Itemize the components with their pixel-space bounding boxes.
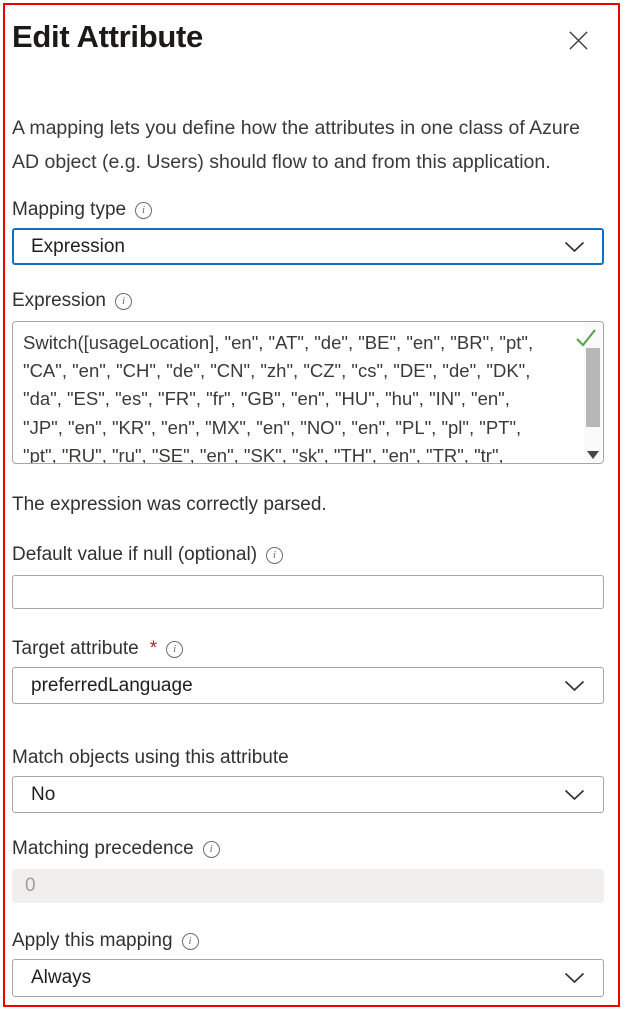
target-attribute-value: preferredLanguage (31, 675, 193, 697)
target-attribute-label: Target attribute (12, 638, 139, 660)
expression-line: "CA", "en", "CH", "de", "CN", "zh", "CZ"… (23, 357, 573, 385)
matching-precedence-input (12, 869, 604, 903)
scrollbar-thumb[interactable] (586, 348, 600, 427)
apply-mapping-dropdown[interactable]: Always (12, 959, 604, 997)
mapping-type-dropdown[interactable]: Expression (12, 228, 604, 265)
parse-status-text: The expression was correctly parsed. (12, 494, 604, 516)
match-objects-dropdown[interactable]: No (12, 776, 604, 813)
page-title: Edit Attribute (12, 15, 203, 59)
expression-label: Expression (12, 290, 106, 312)
expression-line: Switch([usageLocation], "en", "AT", "de"… (23, 329, 573, 357)
panel-description: A mapping lets you define how the attrib… (12, 111, 592, 179)
mapping-type-value: Expression (31, 236, 125, 258)
chevron-down-icon (564, 241, 585, 253)
apply-mapping-value: Always (31, 967, 91, 989)
default-value-label: Default value if null (optional) (12, 544, 257, 566)
expression-textarea[interactable]: Switch([usageLocation], "en", "AT", "de"… (12, 321, 604, 464)
default-value-label-row: Default value if null (optional) i (12, 544, 604, 566)
chevron-down-icon (564, 680, 585, 692)
expression-valid-check-icon (574, 327, 598, 349)
chevron-down-icon (564, 789, 585, 801)
matching-precedence-label-row: Matching precedence i (12, 838, 604, 860)
required-asterisk: * (150, 638, 157, 660)
target-attribute-label-row: Target attribute * i (12, 638, 604, 660)
info-icon[interactable]: i (182, 933, 199, 950)
mapping-type-label-row: Mapping type i (12, 199, 604, 221)
info-icon[interactable]: i (135, 202, 152, 219)
match-objects-label: Match objects using this attribute (12, 747, 289, 769)
match-objects-value: No (31, 784, 55, 806)
mapping-type-label: Mapping type (12, 199, 126, 221)
expression-line: "pt", "RU", "ru", "SE", "en", "SK", "sk"… (23, 442, 573, 464)
info-icon[interactable]: i (166, 641, 183, 658)
edit-attribute-panel: Edit Attribute A mapping lets you define… (3, 3, 620, 1007)
expression-line: "da", "ES", "es", "FR", "fr", "GB", "en"… (23, 385, 573, 413)
close-button[interactable] (563, 25, 594, 56)
scroll-down-icon[interactable] (584, 451, 602, 459)
info-icon[interactable]: i (203, 841, 220, 858)
expression-label-row: Expression i (12, 290, 604, 312)
panel-header: Edit Attribute (12, 15, 604, 59)
close-icon (567, 29, 590, 52)
info-icon[interactable]: i (115, 293, 132, 310)
info-icon[interactable]: i (266, 547, 283, 564)
target-attribute-dropdown[interactable]: preferredLanguage (12, 667, 604, 704)
chevron-down-icon (564, 972, 585, 984)
apply-mapping-label-row: Apply this mapping i (12, 930, 604, 952)
expression-line: "JP", "en", "KR", "en", "MX", "en", "NO"… (23, 414, 573, 442)
match-objects-label-row: Match objects using this attribute (12, 747, 604, 769)
matching-precedence-label: Matching precedence (12, 838, 194, 860)
apply-mapping-label: Apply this mapping (12, 930, 173, 952)
default-value-input[interactable] (12, 575, 604, 609)
